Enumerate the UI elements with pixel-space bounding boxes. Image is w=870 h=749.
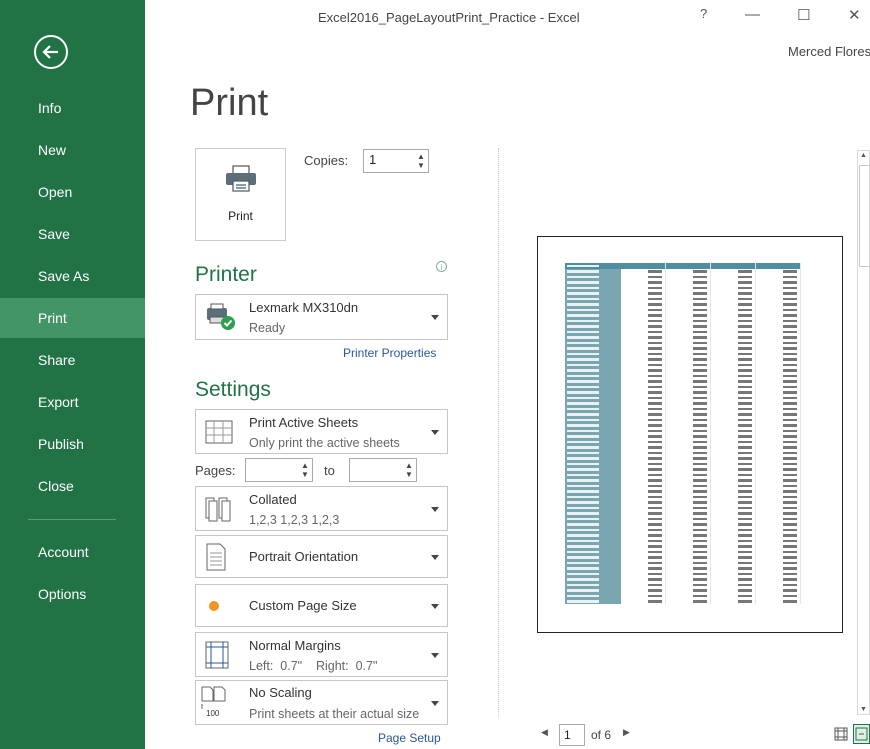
close-icon[interactable]: ✕ bbox=[848, 6, 861, 24]
portrait-page-icon bbox=[206, 543, 226, 570]
chevron-down-icon bbox=[431, 554, 439, 560]
printer-section-title: Printer bbox=[195, 263, 257, 286]
scroll-up-icon[interactable]: ▲ bbox=[860, 152, 867, 159]
sidebar-item-info[interactable]: Info bbox=[0, 88, 145, 128]
preview-table-row bbox=[565, 598, 801, 604]
custom-size-dot-icon bbox=[209, 600, 219, 611]
scrollbar-thumb[interactable] bbox=[859, 165, 869, 267]
scaling-icon-text: 100 bbox=[206, 708, 220, 718]
copies-label: Copies: bbox=[304, 153, 349, 168]
page-size-title: Custom Page Size bbox=[249, 598, 357, 613]
chevron-down-icon bbox=[431, 429, 439, 435]
scaling-subtitle: Print sheets at their actual size bbox=[249, 707, 420, 721]
sidebar-item-account[interactable]: Account bbox=[0, 532, 145, 572]
printer-dropdown[interactable]: Lexmark MX310dn Ready bbox=[195, 294, 448, 340]
sidebar-item-open[interactable]: Open bbox=[0, 172, 145, 212]
spin-up-icon[interactable]: ▲ bbox=[301, 462, 309, 470]
previous-page-icon[interactable]: ◀ bbox=[541, 727, 548, 738]
preview-scrollbar[interactable]: ▲ ▼ bbox=[857, 150, 870, 715]
collated-icon bbox=[205, 497, 231, 521]
sidebar-item-options[interactable]: Options bbox=[0, 574, 145, 614]
chevron-down-icon bbox=[431, 652, 439, 658]
sidebar-item-close[interactable]: Close bbox=[0, 466, 145, 506]
scaling-icon: 100 bbox=[200, 685, 232, 721]
pages-label: Pages: bbox=[195, 463, 236, 478]
sidebar-item-share[interactable]: Share bbox=[0, 340, 145, 380]
sheet-grid-icon bbox=[205, 420, 233, 443]
pages-to-input[interactable]: ▲ ▼ bbox=[349, 458, 417, 482]
sidebar-item-save[interactable]: Save bbox=[0, 214, 145, 254]
next-page-icon[interactable]: ▶ bbox=[623, 727, 630, 738]
page-total: of 6 bbox=[591, 728, 612, 742]
zoom-to-page-icon[interactable] bbox=[853, 724, 870, 744]
spin-down-icon[interactable]: ▼ bbox=[405, 471, 413, 479]
page-setup-link[interactable]: Page Setup bbox=[378, 731, 441, 745]
print-button[interactable]: Print bbox=[195, 148, 286, 241]
spin-up-icon[interactable]: ▲ bbox=[417, 153, 425, 161]
preview-divider bbox=[498, 148, 500, 718]
scaling-dropdown[interactable]: 100 No Scaling Print sheets at their act… bbox=[195, 680, 448, 725]
printer-properties-link[interactable]: Printer Properties bbox=[343, 346, 436, 360]
collation-subtitle: 1,2,3 1,2,3 1,2,3 bbox=[249, 513, 340, 527]
pages-to-label: to bbox=[324, 463, 335, 478]
user-name[interactable]: Merced Flores bbox=[788, 44, 870, 59]
sidebar-divider bbox=[28, 519, 116, 520]
collation-title: Collated bbox=[249, 492, 297, 507]
chevron-down-icon bbox=[431, 506, 439, 512]
window-title: Excel2016_PageLayoutPrint_Practice - Exc… bbox=[318, 10, 580, 25]
sidebar-item-export[interactable]: Export bbox=[0, 382, 145, 422]
scaling-title: No Scaling bbox=[249, 685, 312, 700]
spin-up-icon[interactable]: ▲ bbox=[405, 462, 413, 470]
sidebar-item-save-as[interactable]: Save As bbox=[0, 256, 145, 296]
chevron-down-icon bbox=[431, 315, 439, 320]
page-title: Print bbox=[190, 82, 269, 124]
info-icon[interactable]: i bbox=[436, 261, 447, 272]
printer-status: Ready bbox=[249, 321, 286, 335]
chevron-down-icon bbox=[431, 603, 439, 609]
pages-from-input[interactable]: ▲ ▼ bbox=[245, 458, 313, 482]
page-size-dropdown[interactable]: Custom Page Size bbox=[195, 584, 448, 627]
minimize-icon[interactable]: — bbox=[745, 6, 760, 23]
collation-dropdown[interactable]: Collated 1,2,3 1,2,3 1,2,3 bbox=[195, 486, 448, 531]
page-number-input[interactable]: 1 bbox=[559, 724, 585, 746]
orientation-dropdown[interactable]: Portrait Orientation bbox=[195, 535, 448, 578]
printer-ready-icon bbox=[207, 303, 235, 330]
help-icon[interactable]: ? bbox=[700, 6, 707, 21]
settings-section-title: Settings bbox=[195, 378, 271, 401]
print-what-title: Print Active Sheets bbox=[249, 415, 359, 430]
margins-dropdown[interactable]: Normal Margins Left: 0.7" Right: 0.7" bbox=[195, 632, 448, 677]
print-button-label: Print bbox=[228, 209, 253, 223]
preview-sheet-table bbox=[565, 263, 801, 604]
print-what-dropdown[interactable]: Print Active Sheets Only print the activ… bbox=[195, 409, 448, 454]
printer-name: Lexmark MX310dn bbox=[249, 300, 359, 315]
orientation-title: Portrait Orientation bbox=[249, 549, 359, 564]
margins-subtitle: Left: 0.7" Right: 0.7" bbox=[249, 659, 378, 673]
show-margins-icon[interactable] bbox=[834, 727, 848, 741]
sidebar-item-new[interactable]: New bbox=[0, 130, 145, 170]
print-what-subtitle: Only print the active sheets bbox=[249, 436, 400, 450]
margins-title: Normal Margins bbox=[249, 638, 341, 653]
print-preview-page bbox=[537, 236, 843, 633]
copies-value: 1 bbox=[369, 152, 377, 167]
backstage-sidebar: Info New Open Save Save As Print Share E… bbox=[0, 0, 145, 749]
spin-down-icon[interactable]: ▼ bbox=[417, 162, 425, 170]
spin-down-icon[interactable]: ▼ bbox=[301, 471, 309, 479]
back-arrow-icon[interactable] bbox=[34, 35, 68, 69]
sidebar-item-print[interactable]: Print bbox=[0, 298, 145, 338]
restore-icon[interactable]: ☐ bbox=[797, 6, 810, 24]
scroll-down-icon[interactable]: ▼ bbox=[860, 706, 867, 713]
printer-icon bbox=[226, 165, 256, 192]
sidebar-item-publish[interactable]: Publish bbox=[0, 424, 145, 464]
chevron-down-icon bbox=[431, 700, 439, 706]
margins-icon bbox=[205, 641, 229, 668]
copies-stepper[interactable]: 1 ▲ ▼ bbox=[363, 149, 429, 173]
